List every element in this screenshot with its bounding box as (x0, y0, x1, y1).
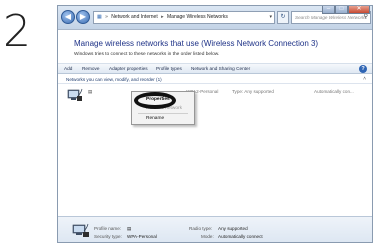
network-folder-icon: ▦ (97, 14, 102, 20)
highlight-circle (134, 92, 176, 109)
command-bar: Add Remove Adapter properties Profile ty… (58, 63, 372, 74)
address-dropdown-icon[interactable]: ▾ (269, 12, 272, 23)
address-bar[interactable]: ▦ » Network and Internet ▸ Manage Wirele… (93, 11, 275, 24)
add-button[interactable]: Add (64, 66, 72, 71)
help-icon[interactable]: ? (359, 65, 367, 73)
forward-arrow-icon: ▶ (79, 12, 87, 21)
remove-button[interactable]: Remove (82, 66, 99, 71)
menu-divider (138, 113, 188, 114)
breadcrumb-manage-wireless-networks[interactable]: Manage Wireless Networks (167, 14, 228, 20)
mode-label: Mode: (201, 234, 214, 239)
breadcrumb-separator-icon: » (105, 14, 108, 20)
wireless-network-icon (67, 88, 83, 101)
page-header: Manage wireless networks that use (Wirel… (58, 30, 372, 62)
forward-button[interactable]: ▶ (76, 10, 90, 24)
mode-value: Automatically connect (218, 234, 263, 239)
network-mode: Automatically con... (314, 89, 354, 94)
breadcrumb-separator-icon: ▸ (161, 14, 164, 20)
window-controls: – □ ✕ (322, 6, 370, 14)
network-list-header: Networks you can view, modify, and reord… (58, 75, 372, 84)
page-title: Manage wireless networks that use (Wirel… (74, 39, 319, 48)
wireless-network-icon (72, 223, 89, 237)
breadcrumb-network-and-internet[interactable]: Network and Internet (111, 14, 157, 20)
back-button[interactable]: ◀ (61, 10, 75, 24)
back-arrow-icon: ◀ (64, 12, 72, 21)
radio-type-label: Radio type: (189, 226, 213, 231)
menu-item-rename[interactable]: Rename (146, 116, 164, 121)
adapter-properties-button[interactable]: Adapter properties (109, 66, 148, 71)
details-pane: Profile name: ▤ Security type: WPA-Perso… (58, 216, 372, 242)
network-list-heading: Networks you can view, modify, and reord… (66, 77, 162, 82)
security-type-label: Security type: (94, 234, 122, 239)
security-type-value: WPA-Personal (127, 234, 157, 239)
profile-name-value: ▤ (127, 226, 132, 231)
network-and-sharing-center-link[interactable]: Network and Sharing Center (191, 66, 250, 71)
page-description: Windows tries to connect to these networ… (74, 52, 220, 57)
list-item[interactable]: ▤ WPA2-Personal Type: Any supported Auto… (58, 86, 372, 108)
radio-type-value: Any supported (218, 226, 248, 231)
maximize-button[interactable]: □ (335, 6, 348, 14)
network-type: Type: Any supported (232, 89, 274, 94)
refresh-button[interactable]: ↻ (277, 11, 289, 24)
profile-name-label: Profile name: (94, 226, 122, 231)
manage-wireless-networks-window: ◀ ▶ ▦ » Network and Internet ▸ Manage Wi… (57, 5, 373, 243)
step-number: 2 (3, 6, 31, 57)
profile-types-button[interactable]: Profile types (156, 66, 182, 71)
minimize-button[interactable]: – (322, 6, 335, 14)
network-name: ▤ (88, 89, 93, 94)
close-button[interactable]: ✕ (348, 6, 370, 14)
search-placeholder: Search Manage Wireless Networks (295, 15, 367, 20)
collapse-chevron-icon[interactable]: ˄ (363, 76, 366, 82)
title-bar: ◀ ▶ ▦ » Network and Internet ▸ Manage Wi… (58, 6, 372, 30)
refresh-icon: ↻ (280, 14, 286, 20)
